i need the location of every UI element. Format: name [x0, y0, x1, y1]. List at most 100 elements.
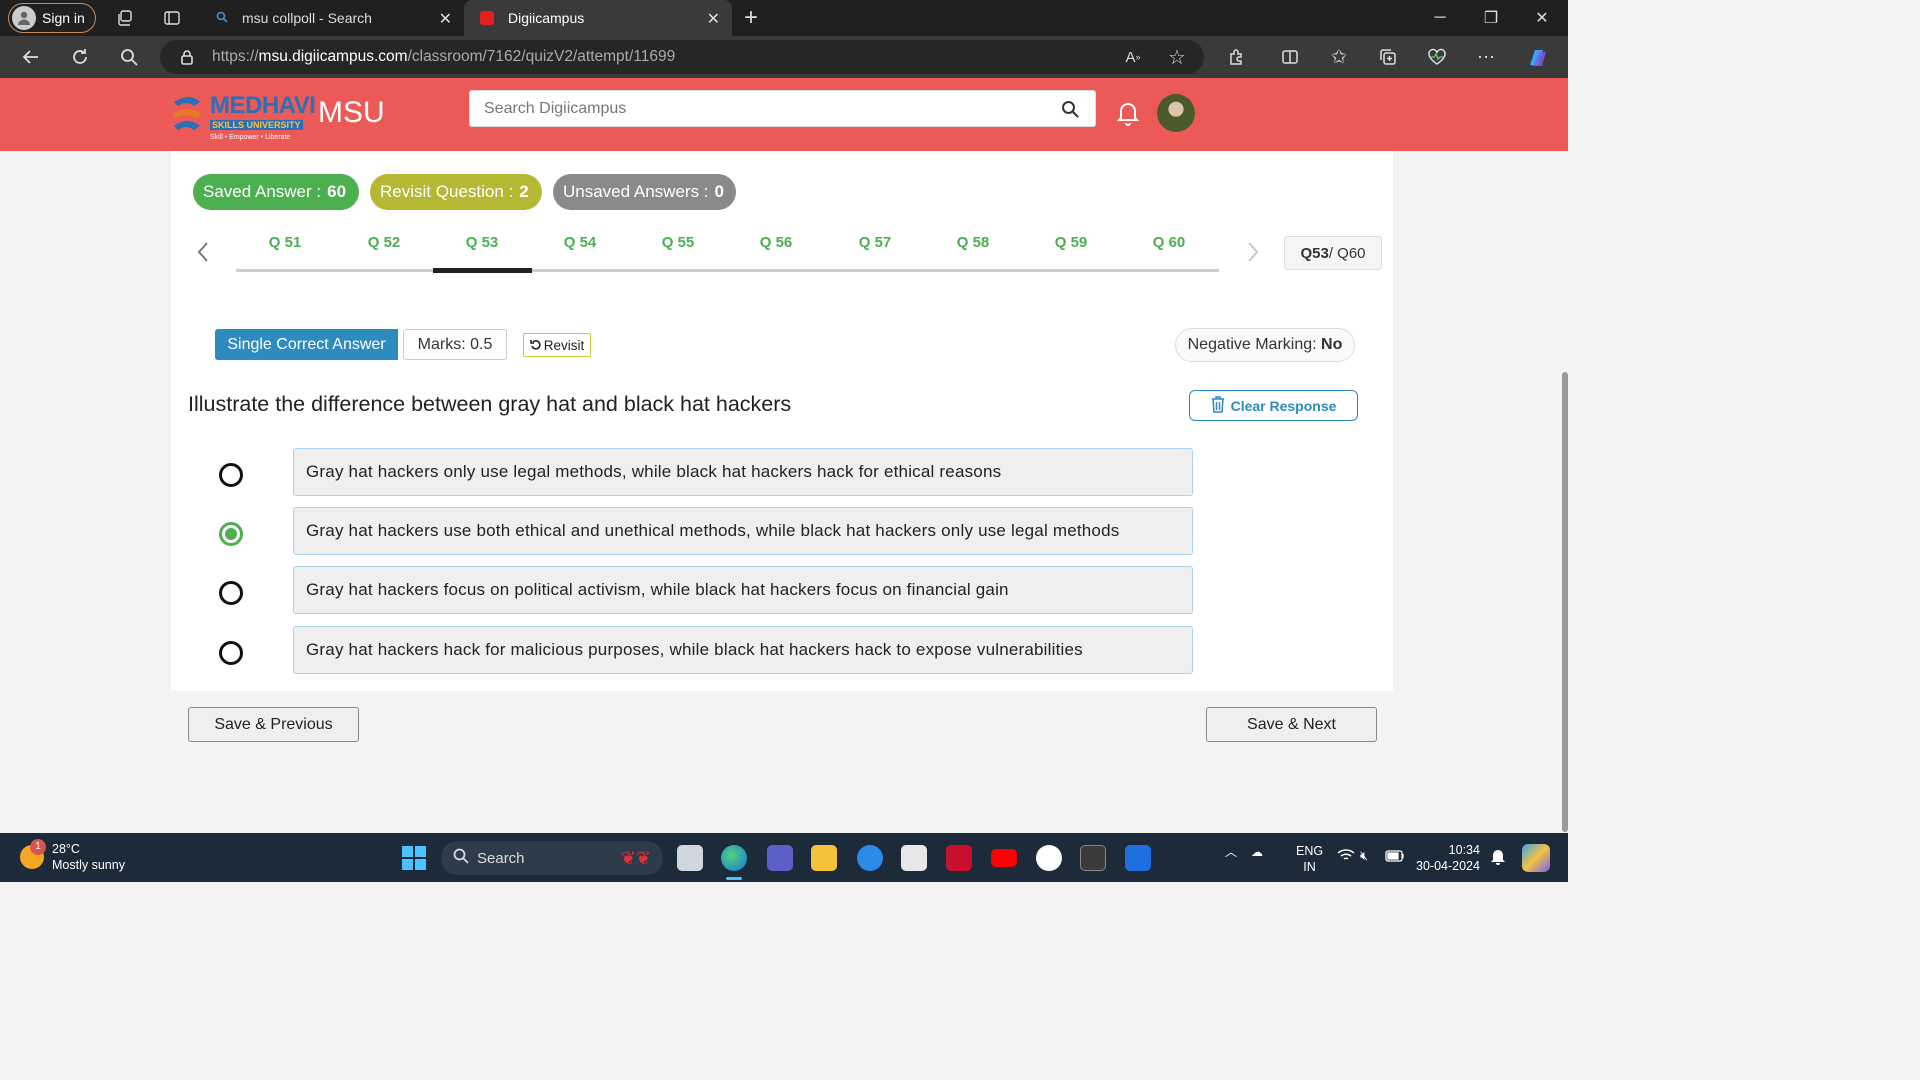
- user-avatar[interactable]: [1157, 94, 1195, 132]
- marks-badge: Marks: 0.5: [403, 329, 507, 360]
- copilot-taskbar-icon[interactable]: [1522, 844, 1550, 872]
- speaker-muted-icon[interactable]: 🔇︎: [1360, 848, 1368, 864]
- favorites-icon[interactable]: ✩: [1327, 45, 1351, 69]
- sun-icon: 1: [20, 839, 46, 869]
- site-header: MEDHAVI SKILLS UNIVERSITY Skill • Empowe…: [0, 78, 1568, 151]
- question-tab[interactable]: Q 60: [1120, 234, 1218, 251]
- battery-icon[interactable]: [1385, 849, 1405, 865]
- chevron-right-icon[interactable]: [1246, 240, 1260, 271]
- remote-app-icon[interactable]: [1125, 845, 1151, 871]
- option-radio-c[interactable]: [219, 581, 243, 605]
- new-tab-icon[interactable]: +: [740, 4, 762, 31]
- navigation-bar: https://msu.digiicampus.com/classroom/71…: [0, 36, 1568, 78]
- edge-icon[interactable]: [721, 845, 747, 871]
- windows-taskbar: 1 28°C Mostly sunny Search ❦❦ ︿ ☁ ENG IN…: [0, 833, 1568, 882]
- vertical-tabs-icon[interactable]: [161, 7, 183, 29]
- option-c[interactable]: Gray hat hackers focus on political acti…: [293, 566, 1193, 614]
- page-scrollbar[interactable]: [1562, 372, 1568, 832]
- teams-icon[interactable]: [767, 845, 793, 871]
- google-icon[interactable]: [1036, 845, 1062, 871]
- task-view-icon[interactable]: [677, 845, 703, 871]
- revisit-count: 2: [519, 182, 529, 201]
- question-tab[interactable]: Q 51: [236, 234, 334, 251]
- extensions-icon[interactable]: [1224, 45, 1248, 69]
- digiicampus-tab-icon: [480, 11, 494, 25]
- close-icon[interactable]: ✕: [707, 9, 720, 29]
- save-next-button[interactable]: Save & Next: [1206, 707, 1377, 742]
- option-radio-b-selected[interactable]: [219, 522, 243, 546]
- more-options-icon[interactable]: ⋯: [1474, 45, 1498, 69]
- mcafee-icon[interactable]: [946, 845, 972, 871]
- revisit-button[interactable]: Revisit: [523, 333, 591, 357]
- search-icon: [453, 848, 469, 868]
- notifications-icon[interactable]: [1490, 847, 1506, 868]
- windows-start-icon[interactable]: [402, 846, 426, 870]
- onedrive-icon[interactable]: ☁: [1251, 845, 1263, 859]
- option-radio-d[interactable]: [219, 641, 243, 665]
- chevron-left-icon[interactable]: [196, 240, 210, 271]
- medhavi-logo[interactable]: MEDHAVI SKILLS UNIVERSITY Skill • Empowe…: [170, 90, 385, 141]
- question-tab[interactable]: Q 52: [335, 234, 433, 251]
- taskbar-search[interactable]: Search ❦❦: [441, 841, 663, 875]
- option-d[interactable]: Gray hat hackers hack for malicious purp…: [293, 626, 1193, 674]
- collections-icon[interactable]: [1376, 45, 1400, 69]
- question-tab[interactable]: Q 55: [629, 234, 727, 251]
- minimize-button[interactable]: ─: [1415, 0, 1465, 36]
- option-b[interactable]: Gray hat hackers use both ethical and un…: [293, 507, 1193, 555]
- search-placeholder: Search Digiicampus: [484, 99, 627, 117]
- clear-response-button[interactable]: Clear Response: [1189, 390, 1358, 421]
- revisit-question-badge: Revisit Question : 2: [370, 174, 542, 210]
- tab-track: [236, 269, 1219, 272]
- active-tab-indicator: [433, 268, 532, 273]
- current-question: Q53: [1300, 244, 1329, 262]
- tab-digiicampus[interactable]: Digiicampus ✕: [464, 0, 732, 36]
- chevron-up-icon[interactable]: ︿: [1225, 843, 1237, 860]
- copilot-icon[interactable]: [1524, 44, 1552, 72]
- close-window-button[interactable]: ✕: [1517, 0, 1567, 36]
- notification-bell-icon[interactable]: [1116, 100, 1140, 129]
- address-bar[interactable]: https://msu.digiicampus.com/classroom/71…: [160, 40, 1204, 74]
- wifi-icon[interactable]: [1337, 848, 1355, 865]
- lang-line2: IN: [1303, 860, 1316, 874]
- saved-count: 60: [327, 182, 347, 201]
- file-explorer-icon[interactable]: [811, 845, 837, 871]
- sign-in-button[interactable]: Sign in: [8, 3, 96, 33]
- workspaces-icon[interactable]: [114, 7, 136, 29]
- split-screen-icon[interactable]: [1278, 45, 1302, 69]
- terminal-icon[interactable]: [1080, 845, 1106, 871]
- tab-search[interactable]: msu collpoll - Search ✕: [200, 0, 464, 36]
- option-radio-a[interactable]: [219, 463, 243, 487]
- favorite-star-icon[interactable]: ☆: [1165, 45, 1189, 69]
- question-tab[interactable]: Q 56: [727, 234, 825, 251]
- search-icon[interactable]: [117, 45, 141, 69]
- youtube-icon[interactable]: [991, 849, 1017, 867]
- question-tab[interactable]: Q 54: [531, 234, 629, 251]
- question-tab[interactable]: Q 58: [924, 234, 1022, 251]
- weather-text: Mostly sunny: [52, 858, 125, 872]
- question-tab[interactable]: Q 57: [826, 234, 924, 251]
- search-icon[interactable]: [1061, 100, 1079, 123]
- option-a[interactable]: Gray hat hackers only use legal methods,…: [293, 448, 1193, 496]
- microsoft-store-icon[interactable]: [901, 845, 927, 871]
- save-previous-button[interactable]: Save & Previous: [188, 707, 359, 742]
- get-help-icon[interactable]: [857, 845, 883, 871]
- browser-essentials-icon[interactable]: [1425, 45, 1449, 69]
- question-tab-active[interactable]: Q 53: [433, 234, 531, 251]
- unsaved-count: 0: [714, 182, 724, 201]
- notification-badge: 1: [30, 839, 46, 855]
- question-tab[interactable]: Q 59: [1022, 234, 1120, 251]
- site-search-input[interactable]: Search Digiicampus: [469, 90, 1096, 127]
- tab-title: Digiicampus: [508, 10, 585, 26]
- read-aloud-icon[interactable]: A»: [1121, 45, 1145, 69]
- lock-icon[interactable]: [180, 49, 194, 65]
- restore-button[interactable]: ❐: [1466, 0, 1516, 36]
- back-icon[interactable]: [19, 45, 43, 69]
- clock[interactable]: 10:34 30-04-2024: [1416, 842, 1480, 874]
- language-indicator[interactable]: ENG IN: [1296, 843, 1323, 875]
- weather-widget[interactable]: 1 28°C Mostly sunny: [20, 839, 125, 873]
- close-icon[interactable]: ✕: [439, 9, 452, 29]
- question-counter: Q53 / Q60: [1284, 236, 1382, 270]
- date: 30-04-2024: [1416, 859, 1480, 873]
- strawberry-icon: ❦❦: [620, 847, 651, 868]
- refresh-icon[interactable]: [68, 45, 92, 69]
